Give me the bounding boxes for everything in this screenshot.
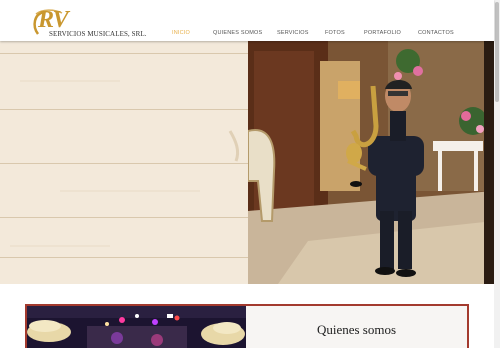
event-stage-image (27, 306, 246, 348)
nav-item-inicio[interactable]: INICIO (172, 30, 190, 36)
nav-item-fotos[interactable]: FOTOS (325, 30, 345, 36)
saxophonist-image (248, 41, 494, 284)
nav-item-quienes-somos[interactable]: QUIENES SOMOS (213, 30, 262, 36)
nav-item-portafolio[interactable]: PORTAFOLIO (364, 30, 401, 36)
logo-text: SERVICIOS MUSICALES, SRL. (49, 30, 147, 38)
about-event-photo (27, 306, 246, 348)
site-header: RV SERVICIOS MUSICALES, SRL. INICIO QUIE… (0, 0, 494, 41)
logo-mark: RV (38, 7, 69, 33)
about-title: Quienes somos (316, 322, 397, 337)
page-scrollbar[interactable] (494, 0, 500, 348)
nav-item-contactos[interactable]: CONTACTOS (418, 30, 454, 36)
wood-grain-image (10, 80, 240, 247)
scrollbar-thumb[interactable] (495, 2, 499, 102)
brand-logo[interactable]: RV SERVICIOS MUSICALES, SRL. (30, 7, 147, 40)
hero-wood-panel (0, 41, 248, 284)
nav-item-servicios[interactable]: SERVICIOS (277, 30, 309, 36)
hero-saxophonist-photo (248, 41, 494, 284)
